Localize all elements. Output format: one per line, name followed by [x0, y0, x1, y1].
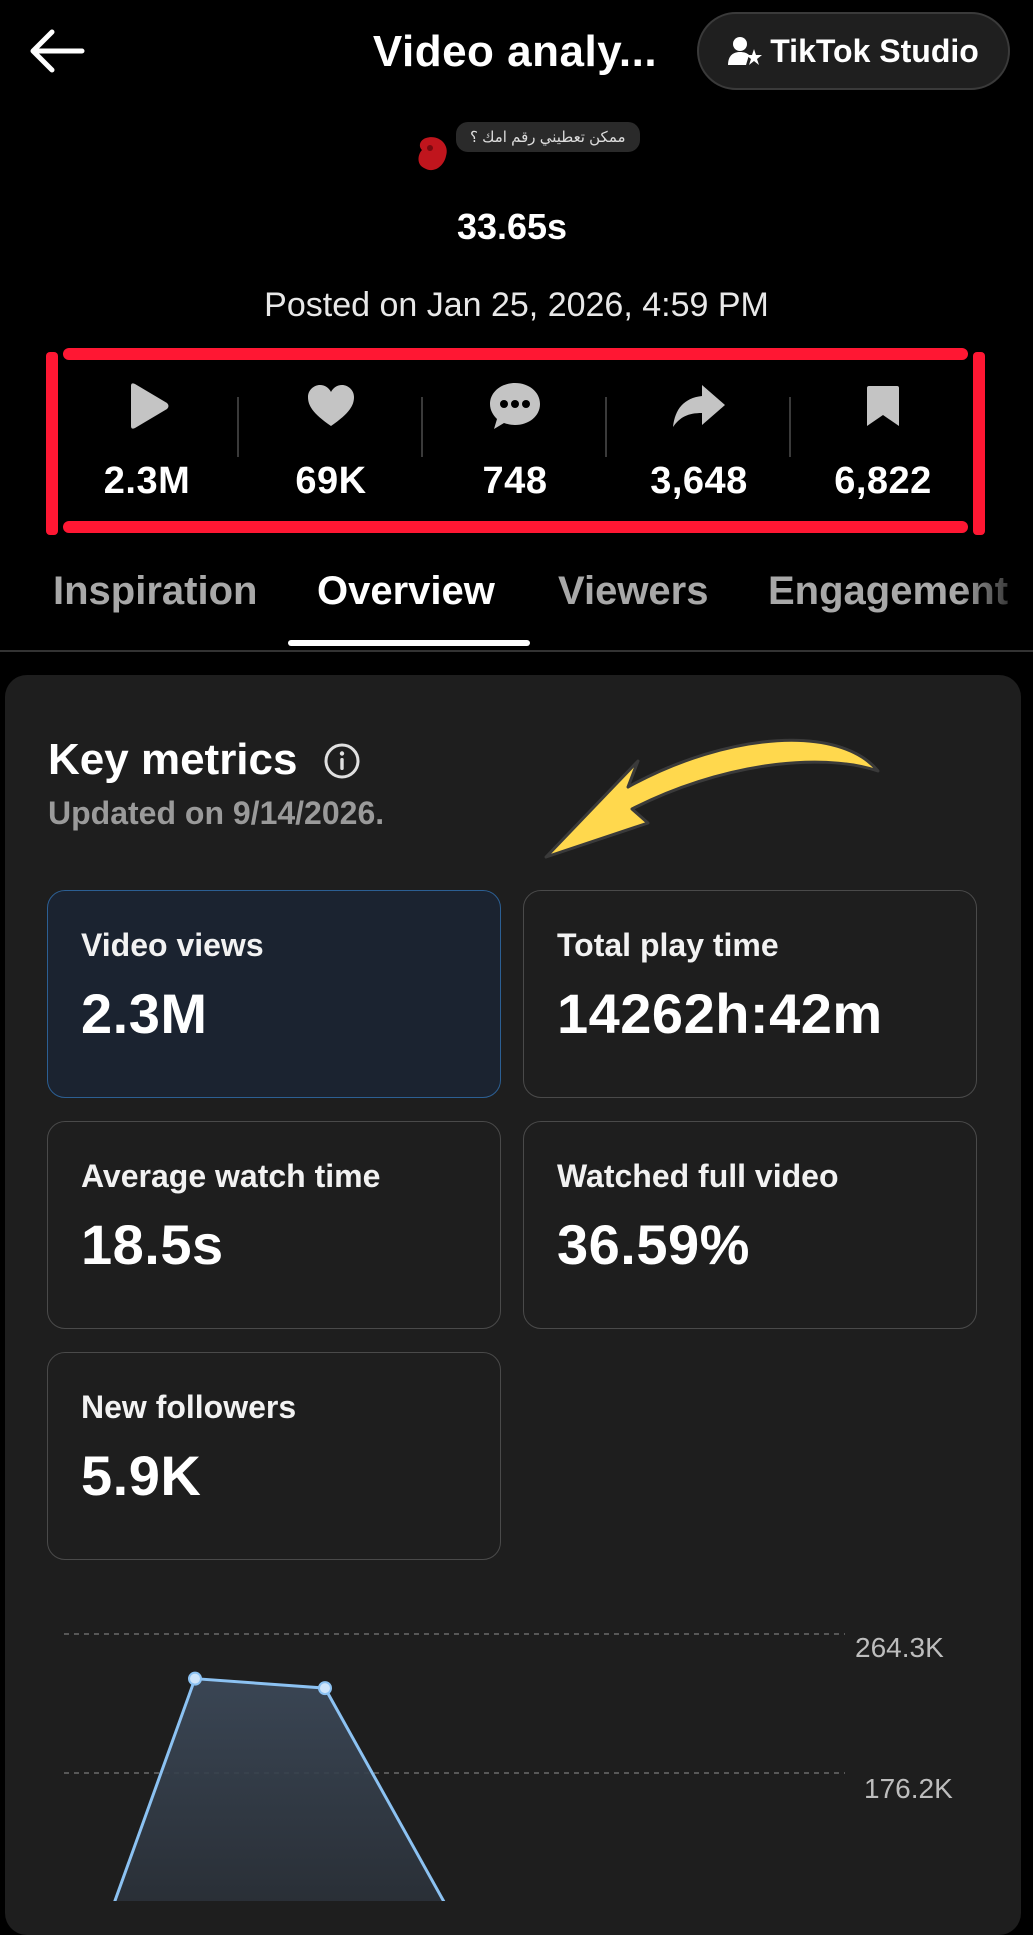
data-point-1[interactable]	[188, 1671, 202, 1686]
play-icon	[131, 383, 169, 429]
stat-likes[interactable]: 69K	[239, 362, 423, 512]
posted-date: Posted on Jan 25, 2026, 4:59 PM	[264, 286, 769, 324]
views-chart: 264.3K 176.2K	[0, 1590, 1033, 1910]
updated-date: Updated on 9/14/2026.	[48, 795, 385, 831]
stat-saves[interactable]: 6,822	[791, 362, 975, 512]
metric-label: Watched full video	[557, 1158, 839, 1194]
back-button[interactable]	[22, 20, 92, 82]
metric-label: New followers	[81, 1389, 297, 1425]
user-star-icon	[728, 37, 763, 65]
heart-icon	[308, 385, 354, 426]
tab-viewers[interactable]: Viewers	[558, 569, 709, 614]
key-metrics-title: Key metrics	[48, 735, 298, 784]
video-duration: 33.65s	[456, 206, 568, 247]
highlight-top	[63, 348, 968, 360]
sticker-image	[418, 137, 447, 171]
metric-label: Video views	[81, 927, 264, 963]
yellow-arrow-annotation	[544, 738, 880, 859]
y-tick-label-top: 264.3K	[855, 1632, 944, 1663]
stat-shares[interactable]: 3,648	[607, 362, 791, 512]
stat-value: 69K	[295, 460, 367, 502]
bookmark-icon	[867, 386, 899, 426]
series-area-0	[112, 1678, 448, 1910]
analytics-tabs: Inspiration Overview Viewers Engagement	[0, 545, 1033, 652]
engagement-stats: 2.3M 69K 748 3,648 6,822	[55, 362, 975, 512]
metric-card-watched-full-video[interactable]: Watched full video 36.59%	[523, 1121, 977, 1329]
metric-value: 14262h:42m	[557, 982, 883, 1045]
video-caption: ممكن تعطيني رقم امك ؟	[456, 122, 640, 152]
metric-card-average-watch-time[interactable]: Average watch time 18.5s	[47, 1121, 501, 1329]
tab-overview[interactable]: Overview	[317, 569, 495, 614]
stat-value: 748	[482, 460, 548, 502]
share-icon	[673, 385, 725, 427]
data-point-2[interactable]	[318, 1681, 332, 1696]
stat-value: 6,822	[834, 460, 932, 502]
arrow-left-icon	[30, 29, 85, 73]
y-tick-label-mid: 176.2K	[864, 1773, 953, 1804]
metric-value: 2.3M	[81, 982, 208, 1045]
stat-comments[interactable]: 748	[423, 362, 607, 512]
tabs-scroll-fade	[960, 545, 1033, 645]
page-title: Video analy...	[372, 27, 658, 76]
stat-value: 2.3M	[103, 460, 191, 502]
tiktok-studio-label: TikTok Studio	[770, 32, 979, 69]
metric-label: Average watch time	[81, 1158, 381, 1194]
tab-inspiration[interactable]: Inspiration	[53, 569, 257, 614]
active-tab-indicator	[288, 640, 530, 646]
stat-value: 3,648	[650, 460, 748, 502]
metric-card-total-play-time[interactable]: Total play time 14262h:42m	[523, 890, 977, 1098]
metric-value: 18.5s	[81, 1213, 224, 1276]
metric-label: Total play time	[557, 927, 779, 963]
tiktok-studio-button[interactable]: TikTok Studio	[697, 12, 1010, 90]
stat-views[interactable]: 2.3M	[55, 362, 239, 512]
highlight-bottom	[63, 521, 968, 533]
metric-card-video-views[interactable]: Video views 2.3M	[47, 890, 501, 1098]
info-icon[interactable]	[322, 741, 362, 781]
comment-icon	[490, 383, 540, 429]
metric-value: 36.59%	[557, 1213, 750, 1276]
metric-card-new-followers[interactable]: New followers 5.9K	[47, 1352, 501, 1560]
metric-value: 5.9K	[81, 1444, 202, 1507]
